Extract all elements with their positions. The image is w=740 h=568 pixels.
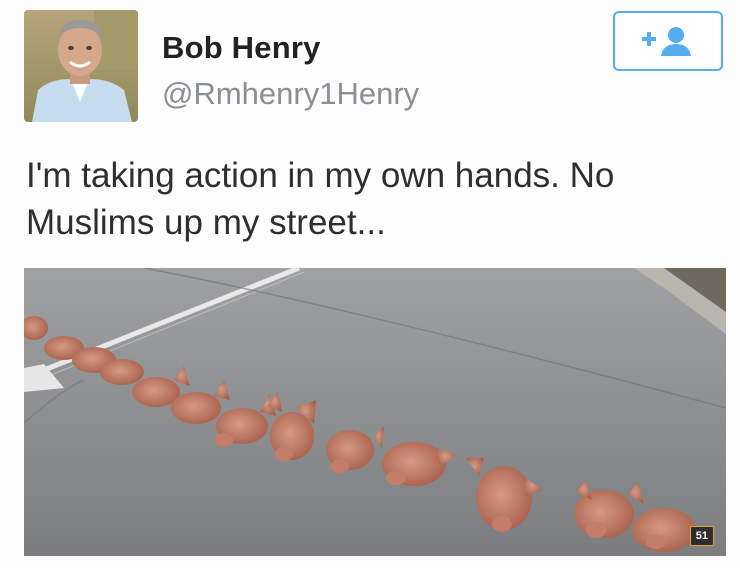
add-user-icon — [642, 27, 691, 56]
follow-button[interactable] — [613, 11, 723, 71]
display-name[interactable]: Bob Henry — [162, 30, 321, 66]
tweet-text-line-1: I'm taking action in my own hands. No — [26, 156, 615, 195]
avatar-image — [24, 10, 138, 122]
tweet-media[interactable]: 51 — [24, 268, 726, 556]
media-badge: 51 — [689, 526, 714, 546]
media-photo — [24, 268, 726, 556]
tweet-card: Bob Henry @Rmhenry1Henry I'm taking acti… — [0, 0, 740, 568]
tweet-text-line-2: Muslims up my street... — [26, 203, 386, 242]
user-handle[interactable]: @Rmhenry1Henry — [162, 76, 419, 112]
tweet-text: I'm taking action in my own hands. No Mu… — [26, 152, 726, 246]
avatar[interactable] — [24, 10, 138, 122]
